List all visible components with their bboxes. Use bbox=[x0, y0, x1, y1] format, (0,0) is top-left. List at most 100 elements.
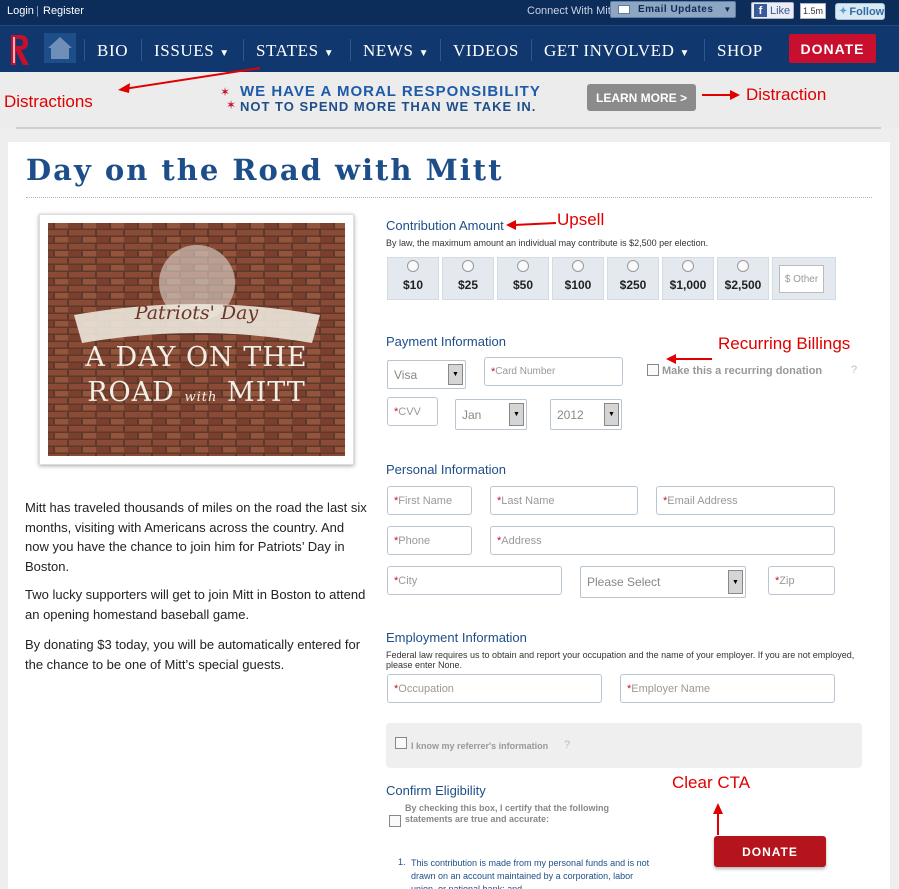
amount-option-100[interactable]: $100 bbox=[552, 257, 604, 300]
eligibility-checkbox-label: By checking this box, I certify that the… bbox=[405, 803, 610, 824]
follow-label: Follow bbox=[849, 5, 885, 18]
other-amount-input[interactable]: $ Other bbox=[779, 265, 824, 293]
banner-divider bbox=[16, 127, 881, 129]
expiry-month-select[interactable]: Jan ▼ bbox=[455, 399, 527, 430]
contribution-title: Contribution Amount bbox=[386, 218, 504, 233]
romney-r-logo[interactable] bbox=[8, 33, 32, 67]
nav-shop[interactable]: SHOP bbox=[717, 41, 763, 61]
expiry-year-select[interactable]: 2012 ▼ bbox=[550, 399, 622, 430]
state-select[interactable]: Please Select ▼ bbox=[580, 566, 746, 598]
annotation-distraction: Distraction bbox=[746, 85, 827, 104]
donate-button[interactable]: DONATE bbox=[714, 836, 826, 867]
radio-button[interactable] bbox=[737, 260, 749, 272]
annotation-arrow-icon bbox=[666, 354, 712, 364]
annotation-distractions: Distractions bbox=[4, 92, 93, 111]
radio-button[interactable] bbox=[407, 260, 419, 272]
nav-bio[interactable]: BIO bbox=[97, 41, 128, 61]
chevron-down-icon: ▼ bbox=[679, 48, 690, 59]
annotation-arrow-icon bbox=[713, 803, 723, 835]
facebook-like-button[interactable]: f Like bbox=[751, 2, 794, 19]
amount-other-wrapper: $ Other bbox=[772, 257, 836, 300]
nav-separator bbox=[84, 39, 85, 61]
nav-separator bbox=[704, 39, 705, 61]
zip-field[interactable]: * Zip bbox=[768, 566, 835, 595]
like-count: 1.5m bbox=[800, 3, 826, 19]
amount-option-2500[interactable]: $2,500 bbox=[717, 257, 769, 300]
description-paragraph-3: By donating $3 today, you will be automa… bbox=[25, 637, 361, 672]
home-icon bbox=[48, 37, 72, 59]
brick-wall-image bbox=[48, 223, 345, 456]
eligibility-item-number: 1. bbox=[398, 857, 406, 867]
amount-option-25[interactable]: $25 bbox=[442, 257, 494, 300]
nav-states[interactable]: STATES ▼ bbox=[256, 41, 334, 61]
cvv-field[interactable]: * CVV bbox=[387, 397, 438, 426]
banner-line-2: NOT TO SPEND MORE THAN WE TAKE IN. bbox=[240, 99, 537, 114]
radio-button[interactable] bbox=[572, 260, 584, 272]
description-paragraph-2: Two lucky supporters will get to join Mi… bbox=[25, 587, 366, 622]
home-button[interactable] bbox=[44, 33, 76, 63]
poster-image: Patriots' Day A DAY ON THE ROAD with MIT… bbox=[39, 214, 354, 465]
last-name-field[interactable]: * Last Name bbox=[490, 486, 638, 515]
amount-option-1000[interactable]: $1,000 bbox=[662, 257, 714, 300]
referrer-checkbox[interactable] bbox=[395, 737, 407, 749]
referrer-label: I know my referrer's information bbox=[411, 741, 549, 751]
login-link[interactable]: Login bbox=[7, 5, 34, 17]
eligibility-checkbox[interactable] bbox=[389, 815, 401, 827]
eligibility-title: Confirm Eligibility bbox=[386, 783, 486, 798]
nav-get-involved[interactable]: GET INVOLVED ▼ bbox=[544, 41, 690, 61]
nav-issues[interactable]: ISSUES ▼ bbox=[154, 41, 230, 61]
eligibility-item-1: This contribution is made from my person… bbox=[411, 858, 650, 889]
address-field[interactable]: * Address bbox=[490, 526, 835, 555]
star-icon: ✶ bbox=[226, 98, 237, 112]
annotation-arrow-icon bbox=[506, 220, 557, 230]
radio-button[interactable] bbox=[462, 260, 474, 272]
email-updates-button[interactable]: Email Updates ▼ bbox=[610, 1, 736, 18]
annotation-upsell: Upsell bbox=[557, 210, 605, 229]
card-type-select[interactable]: Visa ▼ bbox=[387, 360, 466, 389]
amount-option-250[interactable]: $250 bbox=[607, 257, 659, 300]
description-paragraph-1: Mitt has traveled thousands of miles on … bbox=[25, 500, 367, 574]
radio-button[interactable] bbox=[517, 260, 529, 272]
chevron-down-icon: ▼ bbox=[418, 48, 430, 59]
radio-button[interactable] bbox=[627, 260, 639, 272]
city-field[interactable]: * City bbox=[387, 566, 562, 595]
login-separator: | bbox=[36, 5, 39, 17]
poster-line-1: A DAY ON THE bbox=[85, 342, 308, 373]
first-name-field[interactable]: * First Name bbox=[387, 486, 472, 515]
like-label: Like bbox=[770, 4, 791, 17]
help-icon[interactable]: ? bbox=[564, 739, 570, 751]
connect-with-label: Connect With Mitt bbox=[527, 5, 614, 17]
recurring-checkbox[interactable] bbox=[647, 364, 659, 376]
learn-more-button[interactable]: LEARN MORE > bbox=[587, 84, 696, 111]
card-number-field[interactable]: * Card Number bbox=[484, 357, 623, 386]
page-title: Day on the Road with Mitt bbox=[26, 153, 504, 187]
top-bar: Login | Register Connect With Mitt Email… bbox=[0, 0, 899, 25]
chevron-down-icon: ▼ bbox=[604, 403, 619, 426]
nav-separator bbox=[141, 39, 142, 61]
star-icon: ✶ bbox=[220, 85, 231, 99]
chevron-down-icon: ▼ bbox=[448, 364, 463, 385]
twitter-follow-button[interactable]: ✦ Follow bbox=[835, 3, 885, 20]
amount-option-50[interactable]: $50 bbox=[497, 257, 549, 300]
help-icon[interactable]: ? bbox=[851, 364, 857, 376]
nav-news[interactable]: NEWS ▼ bbox=[363, 41, 429, 61]
nav-separator bbox=[440, 39, 441, 61]
chevron-down-icon: ▼ bbox=[728, 570, 743, 594]
nav-videos[interactable]: VIDEOS bbox=[453, 41, 519, 61]
phone-field[interactable]: * Phone bbox=[387, 526, 472, 555]
nav-separator bbox=[350, 39, 351, 61]
radio-button[interactable] bbox=[682, 260, 694, 272]
chevron-down-icon: ▼ bbox=[723, 5, 732, 14]
facebook-icon: f bbox=[754, 4, 767, 17]
nav-separator bbox=[243, 39, 244, 61]
nav-donate-button[interactable]: DONATE bbox=[789, 34, 876, 63]
payment-title: Payment Information bbox=[386, 334, 506, 349]
amount-option-10[interactable]: $10 bbox=[387, 257, 439, 300]
annotation-clear-cta: Clear CTA bbox=[672, 773, 751, 792]
chevron-down-icon: ▼ bbox=[509, 403, 524, 426]
recurring-label: Make this a recurring donation bbox=[662, 365, 823, 377]
occupation-field[interactable]: * Occupation bbox=[387, 674, 602, 703]
register-link[interactable]: Register bbox=[43, 5, 84, 17]
employer-field[interactable]: * Employer Name bbox=[620, 674, 835, 703]
email-field[interactable]: * Email Address bbox=[656, 486, 835, 515]
